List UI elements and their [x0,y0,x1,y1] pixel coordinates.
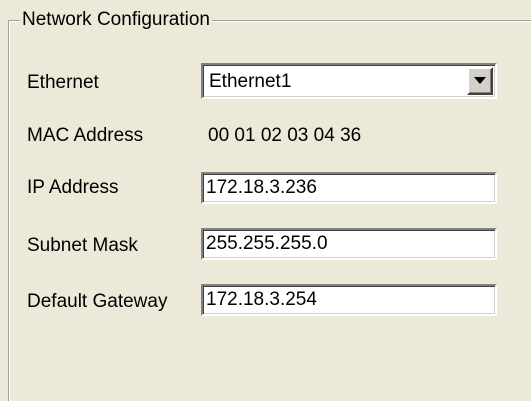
ethernet-selected-value: Ethernet1 [209,71,292,92]
group-title: Network Configuration [20,7,212,33]
subnet-mask-field[interactable] [201,228,497,260]
default-gateway-field[interactable] [201,284,497,316]
default-gateway-input[interactable] [206,288,486,312]
ip-address-input[interactable] [206,176,486,200]
subnet-mask-input[interactable] [206,232,486,256]
ip-address-field[interactable] [201,172,497,204]
subnet-mask-label: Subnet Mask [27,235,138,256]
mac-address-label: MAC Address [27,125,144,146]
ethernet-label: Ethernet [27,72,99,93]
mac-address-value: 00 01 02 03 04 36 [208,125,362,146]
ip-address-label: IP Address [27,177,119,198]
chevron-down-icon [474,77,486,84]
ethernet-select[interactable]: Ethernet1 [201,63,497,99]
ethernet-dropdown-button[interactable] [467,67,493,95]
default-gateway-label: Default Gateway [27,291,168,312]
